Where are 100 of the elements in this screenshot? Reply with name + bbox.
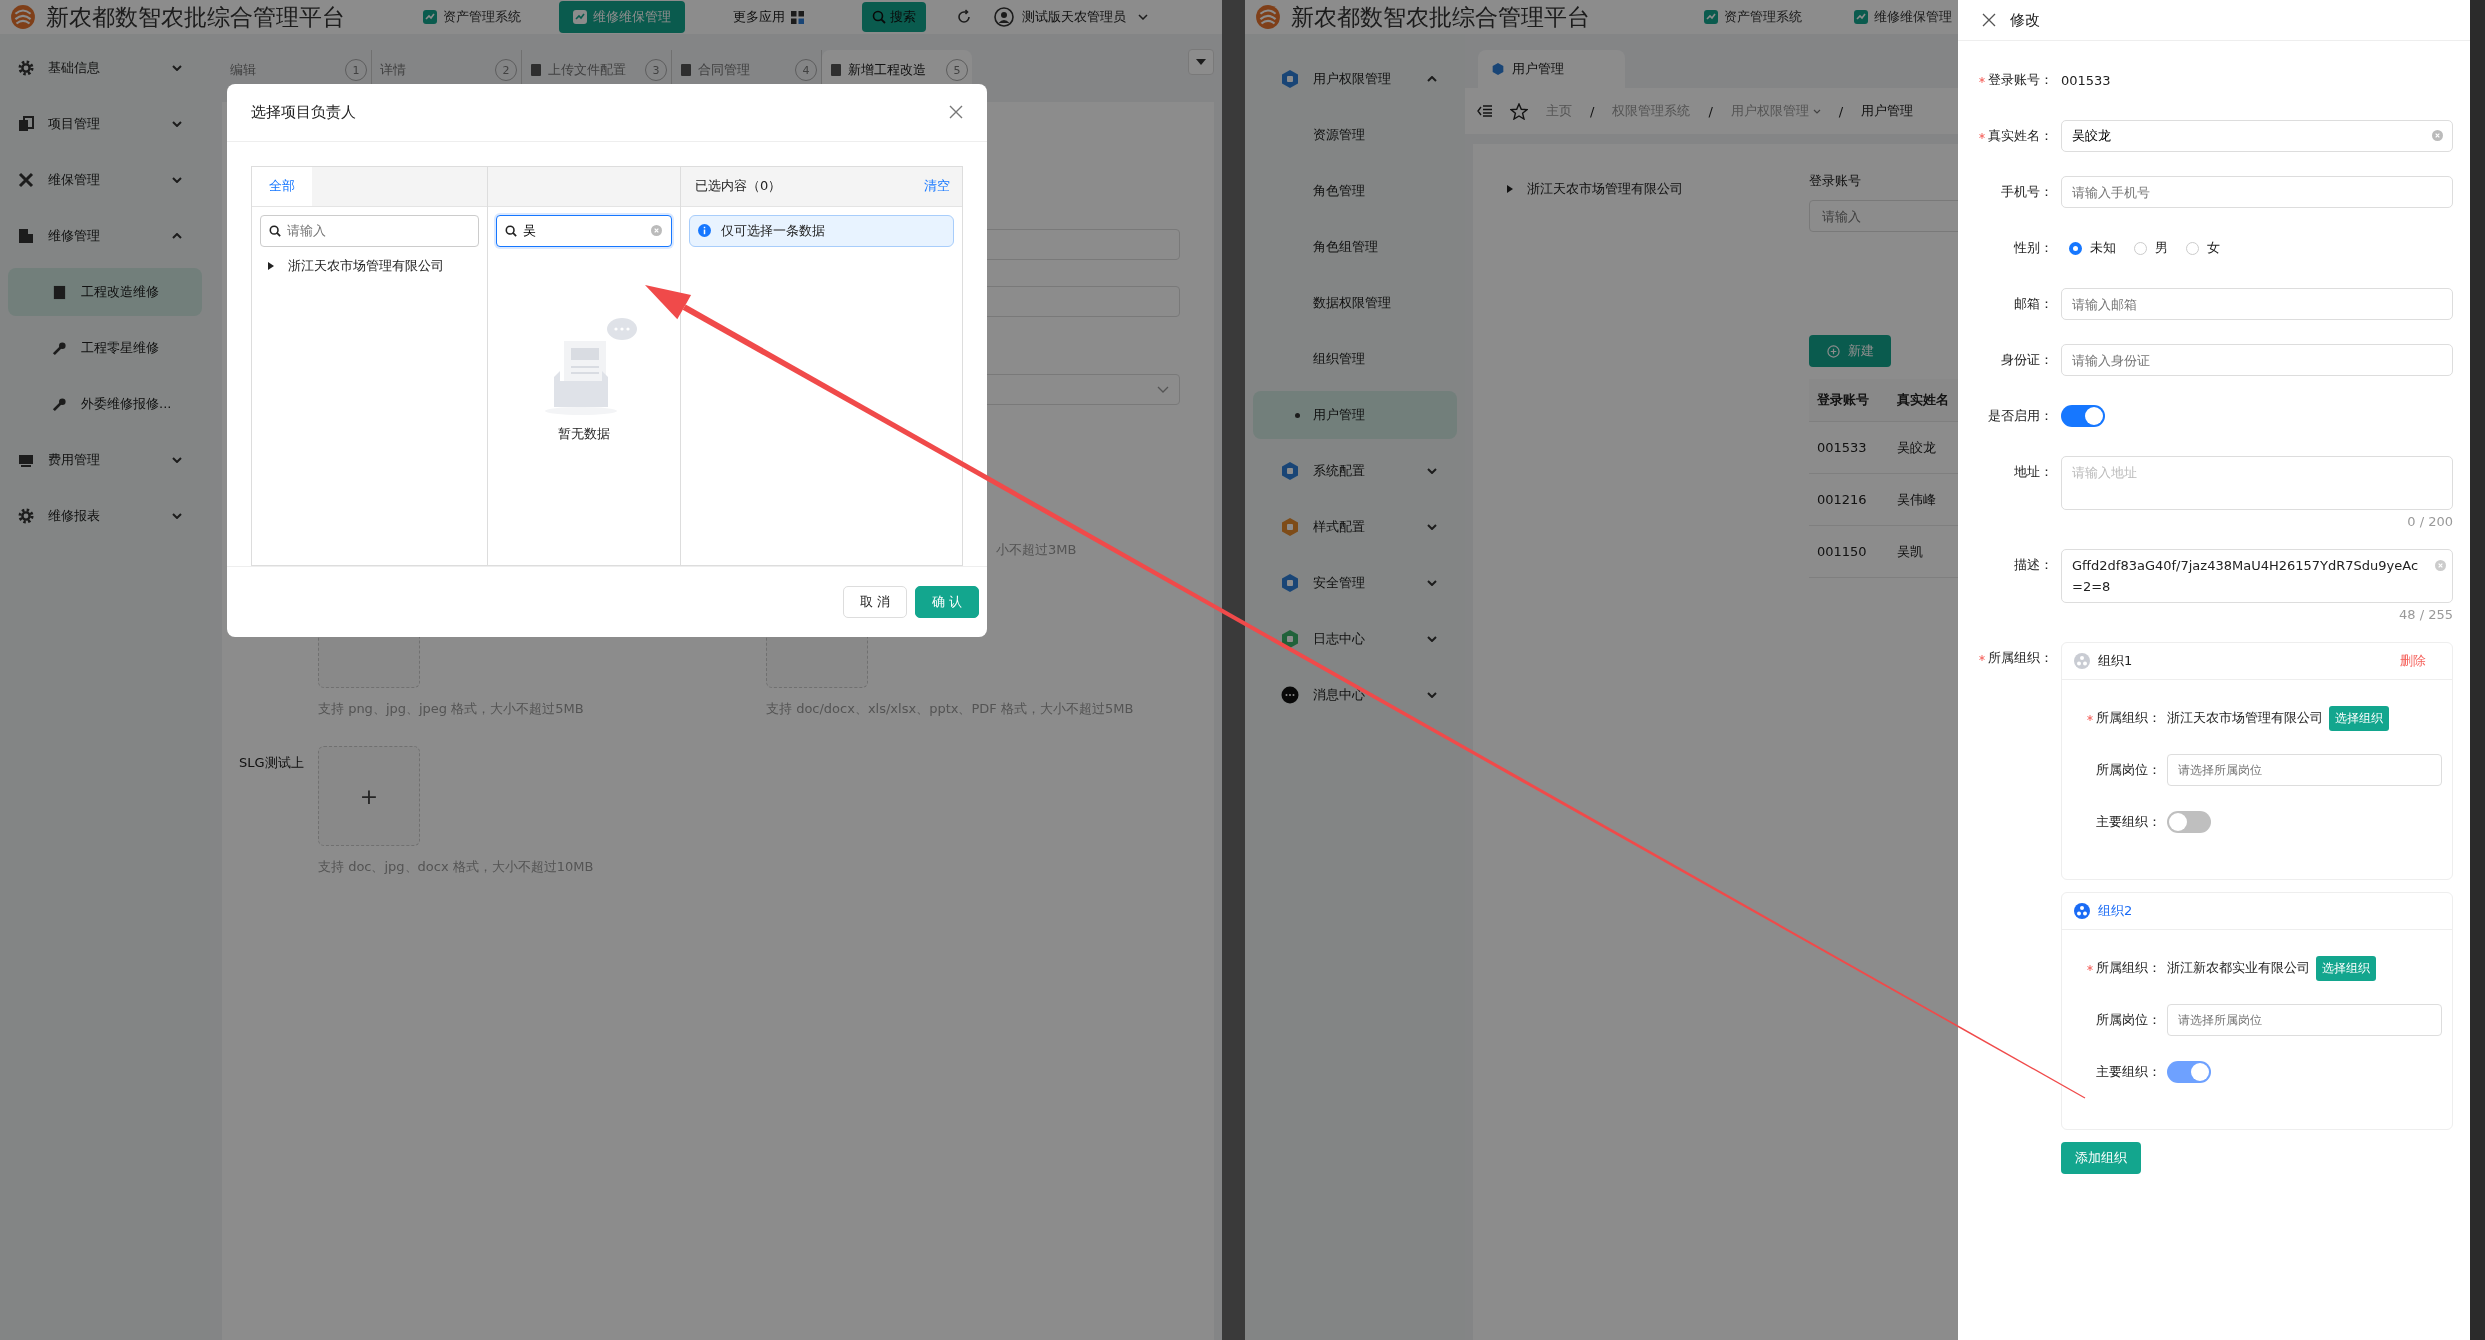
grid-icon	[791, 10, 804, 24]
sidebar-item[interactable]: 项目管理	[0, 96, 210, 152]
text-area[interactable]: Gffd2df83aG40f/7jaz438MaU4H26157YdR7Sdu9yeAc=2=8	[2061, 549, 2453, 603]
radio-option[interactable]: 未知	[2069, 239, 2116, 257]
table-cell-text: 001150	[1816, 544, 1868, 559]
select-field[interactable]: 请选择所属岗位	[2167, 1004, 2442, 1036]
toggle-switch[interactable]	[2167, 811, 2211, 833]
field-label: 是否启用：	[1988, 407, 2053, 425]
input-field[interactable]: 吴皎龙	[2061, 120, 2453, 152]
sidebar-item[interactable]: 费用管理	[0, 432, 210, 488]
select-org-button[interactable]: 选择组织	[2329, 705, 2389, 731]
caret-icon	[268, 261, 274, 270]
table-cell: 吴皎龙	[1897, 438, 1936, 457]
dot-icon	[1295, 412, 1300, 418]
tab-icon	[530, 64, 542, 76]
logo-icon	[10, 4, 36, 30]
upload-box[interactable]: +	[318, 746, 420, 846]
menu-icon	[18, 452, 34, 468]
toggle-switch[interactable]	[2167, 1061, 2211, 1083]
sidebar-item[interactable]: 维修报表	[0, 488, 210, 544]
sidebar-subitem[interactable]: 用户管理	[1253, 391, 1457, 439]
sidebar-subitem[interactable]: 工程改造维修	[8, 268, 202, 316]
close-icon[interactable]	[949, 105, 963, 120]
sidebar-subitem[interactable]: 角色管理	[1253, 167, 1457, 215]
organization-title: 组织2	[2098, 902, 2134, 920]
info-icon	[698, 224, 711, 238]
add-organization-button[interactable]: 添加组织	[2061, 1142, 2141, 1174]
tabs-dropdown-button[interactable]	[1188, 49, 1214, 75]
required-mark-icon	[1979, 77, 1985, 83]
tree-node[interactable]: 浙江天农市场管理有限公司	[1499, 170, 1809, 198]
select-field[interactable]: 请选择所属岗位	[2167, 754, 2442, 786]
sidebar-item[interactable]: 维保管理	[0, 152, 210, 208]
sidebar-subitem[interactable]: 工程零星维修	[8, 324, 202, 372]
caret-icon	[1507, 185, 1513, 193]
field-value: 浙江天农市场管理有限公司	[2167, 709, 2323, 727]
sidebar-item[interactable]: 基础信息	[0, 40, 210, 96]
more-apps-link[interactable]: 更多应用	[733, 8, 785, 26]
character-count: 48 / 255	[2398, 607, 2453, 622]
delete-link[interactable]: 删除	[2400, 652, 2426, 670]
breadcrumb-separator: /	[1838, 103, 1844, 119]
tree-node[interactable]: 浙江天农市场管理有限公司	[260, 246, 479, 275]
sidebar-subitem[interactable]: 组织管理	[1253, 335, 1457, 383]
cancel-button[interactable]: 取 消	[842, 586, 907, 619]
drawer-title: 修改	[2010, 10, 2040, 30]
radio-option[interactable]: 男	[2134, 239, 2168, 257]
input-field[interactable]: 请输入手机号	[2061, 176, 2453, 208]
sidebar-subitem[interactable]: 外委维修报修...	[8, 380, 202, 428]
required-mark-icon	[2087, 965, 2093, 971]
selected-count: 已选内容（0）	[695, 177, 782, 196]
close-icon[interactable]	[1982, 13, 1996, 27]
plus-circle-icon	[1826, 344, 1840, 358]
clear-link[interactable]: 清空	[924, 177, 950, 196]
search-icon	[505, 224, 517, 237]
breadcrumb-link[interactable]: 用户管理	[1861, 102, 1914, 120]
field-label: 地址：	[2014, 463, 2053, 481]
table-cell: 吴凯	[1897, 542, 1923, 561]
page-tab[interactable]: 用户管理	[1478, 50, 1625, 88]
nav-tab[interactable]: 资产管理系统	[1690, 1, 1816, 33]
radio-option[interactable]: 女	[2186, 239, 2220, 257]
chevron-icon	[1427, 468, 1437, 474]
collapse-menu-icon[interactable]	[1477, 105, 1492, 117]
source-tab[interactable]: 全部	[252, 166, 312, 206]
search-field[interactable]: 请输入	[260, 214, 479, 247]
chevron-icon	[172, 177, 182, 183]
app-icon	[423, 10, 437, 24]
sidebar-subitem[interactable]: 资源管理	[1253, 111, 1457, 159]
nav-tab[interactable]: 资产管理系统	[409, 1, 535, 33]
chevron-icon	[1427, 76, 1437, 82]
chevron-icon	[172, 233, 182, 239]
table-cell-text: 001216	[1816, 492, 1868, 507]
refresh-icon[interactable]	[956, 9, 972, 25]
table-cell-text: 001533	[1816, 440, 1868, 455]
field-label: 性别：	[2014, 239, 2053, 257]
field-label: 身份证：	[2001, 351, 2053, 369]
column-header: 真实姓名	[1897, 391, 1949, 409]
sidebar-subitem[interactable]: 角色组管理	[1253, 223, 1457, 271]
menu-icon	[1281, 518, 1299, 536]
field-label: 所属组织：	[2096, 959, 2161, 977]
dialog-title: 选择项目负责人	[251, 102, 356, 122]
search-field[interactable]: 吴	[496, 214, 672, 247]
select-org-button[interactable]: 选择组织	[2316, 955, 2376, 981]
organization-title: 组织1	[2098, 652, 2134, 670]
breadcrumb-separator: /	[1590, 103, 1595, 119]
table-cell: 吴伟峰	[1897, 490, 1936, 509]
toggle-switch[interactable]	[2061, 405, 2105, 427]
chevron-icon	[1427, 636, 1437, 642]
sidebar-subitem[interactable]: 数据权限管理	[1253, 279, 1457, 327]
menu-icon	[1281, 70, 1299, 88]
star-icon[interactable]	[1510, 102, 1528, 120]
app-icon	[1704, 10, 1718, 24]
sidebar-item[interactable]: 用户权限管理	[1245, 51, 1465, 107]
user-name[interactable]: 测试版天农管理员	[1022, 8, 1126, 26]
required-mark-icon	[1979, 655, 1985, 661]
tab-icon	[1492, 63, 1504, 75]
input-field[interactable]: 请输入身份证	[2061, 344, 2453, 376]
confirm-button[interactable]: 确 认	[914, 586, 979, 619]
input-field[interactable]: 请输入邮箱	[2061, 288, 2453, 320]
chevron-icon	[1157, 386, 1169, 393]
app-icon	[1854, 10, 1868, 24]
sidebar-item[interactable]: 维修管理	[0, 208, 210, 264]
